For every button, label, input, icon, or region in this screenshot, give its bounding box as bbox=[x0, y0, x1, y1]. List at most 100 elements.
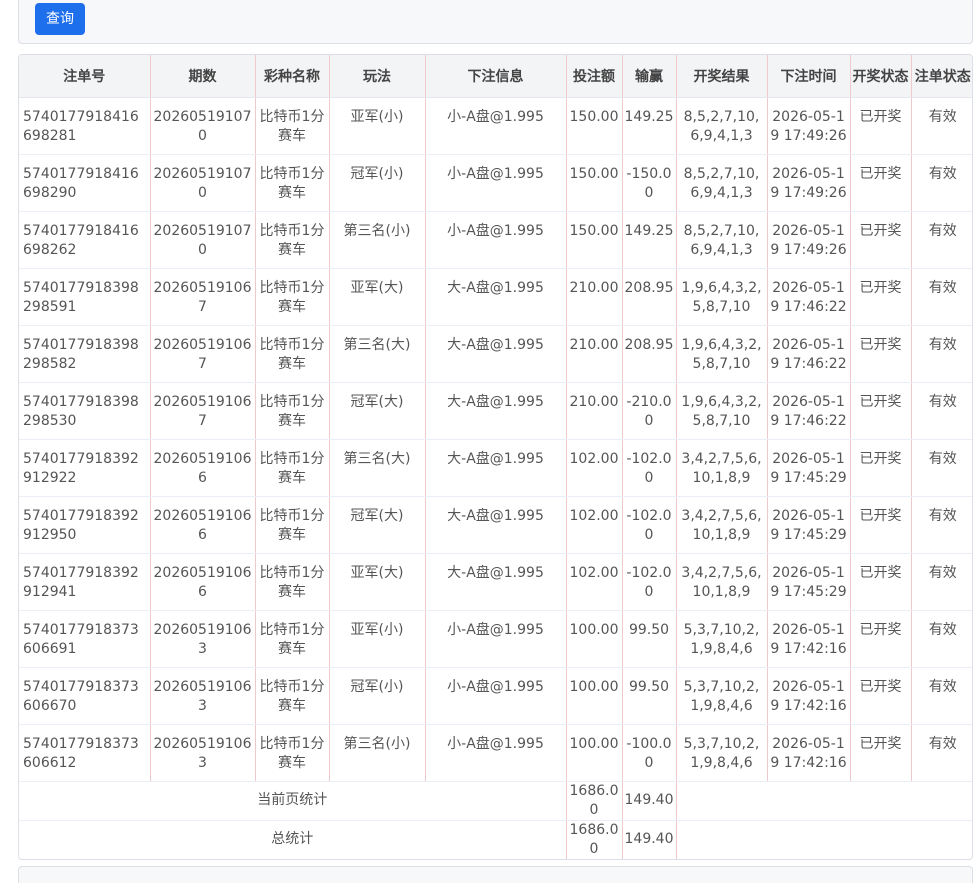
bet-status-cell: 有效 bbox=[911, 382, 972, 440]
draw-result-cell: 3,4,2,7,5,6,10,1,8,9 bbox=[676, 553, 768, 611]
bet-time-cell: 2026-05-19 17:45:29 bbox=[767, 496, 851, 554]
draw-result-cell: 8,5,2,7,10,6,9,4,1,3 bbox=[676, 154, 768, 212]
table-header-row: 注单号 期数 彩种名称 玩法 下注信息 投注额 输赢 开奖结果 下注时间 开奖状… bbox=[19, 55, 972, 98]
win-loss-cell: 208.95 bbox=[622, 268, 677, 326]
period-cell: 202605191063 bbox=[150, 667, 256, 725]
bet-status-cell: 有效 bbox=[911, 325, 972, 383]
bet-id-cell: 5740177918392912950 bbox=[19, 496, 151, 554]
header-win-loss: 输赢 bbox=[622, 55, 677, 98]
bet-amount-cell: 100.00 bbox=[566, 667, 623, 725]
bet-time-cell: 2026-05-19 17:46:22 bbox=[767, 268, 851, 326]
draw-status-cell: 已开奖 bbox=[850, 667, 912, 725]
draw-status-cell: 已开奖 bbox=[850, 154, 912, 212]
bet-info-cell: 大-A盘@1.995 bbox=[425, 325, 567, 383]
play-type-cell: 冠军(小) bbox=[329, 154, 426, 212]
draw-result-cell: 3,4,2,7,5,6,10,1,8,9 bbox=[676, 439, 768, 497]
header-bet-id: 注单号 bbox=[19, 55, 151, 98]
lottery-name-cell: 比特币1分赛车 bbox=[255, 97, 330, 155]
bet-amount-cell: 150.00 bbox=[566, 211, 623, 269]
play-type-cell: 亚军(小) bbox=[329, 610, 426, 668]
lottery-name-cell: 比特币1分赛车 bbox=[255, 610, 330, 668]
win-loss-cell: -102.00 bbox=[622, 553, 677, 611]
bet-id-cell: 5740177918373606612 bbox=[19, 724, 151, 782]
period-cell: 202605191066 bbox=[150, 496, 256, 554]
table-row: 5740177918392912950 202605191066 比特币1分赛车 冠军… bbox=[19, 496, 972, 554]
bet-amount-cell: 150.00 bbox=[566, 154, 623, 212]
play-type-cell: 第三名(大) bbox=[329, 439, 426, 497]
table-row: 5740177918398298582 202605191067 比特币1分赛车 第三… bbox=[19, 325, 972, 383]
lottery-name-cell: 比特币1分赛车 bbox=[255, 211, 330, 269]
bet-amount-cell: 210.00 bbox=[566, 268, 623, 326]
pagination-panel bbox=[18, 866, 973, 883]
period-cell: 202605191066 bbox=[150, 553, 256, 611]
header-bet-amount: 投注额 bbox=[566, 55, 623, 98]
bet-status-cell: 有效 bbox=[911, 439, 972, 497]
draw-result-cell: 8,5,2,7,10,6,9,4,1,3 bbox=[676, 97, 768, 155]
draw-status-cell: 已开奖 bbox=[850, 553, 912, 611]
draw-status-cell: 已开奖 bbox=[850, 325, 912, 383]
bet-info-cell: 大-A盘@1.995 bbox=[425, 553, 567, 611]
header-lottery-name: 彩种名称 bbox=[255, 55, 330, 98]
bet-id-cell: 5740177918373606691 bbox=[19, 610, 151, 668]
win-loss-cell: 149.25 bbox=[622, 97, 677, 155]
grand-total-empty bbox=[676, 820, 972, 859]
win-loss-cell: -102.00 bbox=[622, 439, 677, 497]
bet-amount-cell: 100.00 bbox=[566, 724, 623, 782]
play-type-cell: 亚军(大) bbox=[329, 268, 426, 326]
table-row: 5740177918398298530 202605191067 比特币1分赛车 冠军… bbox=[19, 382, 972, 440]
bet-status-cell: 有效 bbox=[911, 268, 972, 326]
bet-time-cell: 2026-05-19 17:49:26 bbox=[767, 97, 851, 155]
bet-id-cell: 5740177918398298582 bbox=[19, 325, 151, 383]
bet-time-cell: 2026-05-19 17:46:22 bbox=[767, 325, 851, 383]
table-row: 5740177918373606691 202605191063 比特币1分赛车 亚军… bbox=[19, 610, 972, 668]
bet-status-cell: 有效 bbox=[911, 211, 972, 269]
win-loss-cell: 149.25 bbox=[622, 211, 677, 269]
bet-info-cell: 小-A盘@1.995 bbox=[425, 211, 567, 269]
header-draw-status: 开奖状态 bbox=[850, 55, 912, 98]
draw-status-cell: 已开奖 bbox=[850, 724, 912, 782]
table-row: 5740177918373606670 202605191063 比特币1分赛车 冠军… bbox=[19, 667, 972, 725]
query-button[interactable]: 查询 bbox=[35, 3, 85, 35]
lottery-name-cell: 比特币1分赛车 bbox=[255, 268, 330, 326]
table-row: 5740177918416698262 202605191070 比特币1分赛车 第三… bbox=[19, 211, 972, 269]
period-cell: 202605191070 bbox=[150, 97, 256, 155]
bet-time-cell: 2026-05-19 17:45:29 bbox=[767, 553, 851, 611]
draw-status-cell: 已开奖 bbox=[850, 97, 912, 155]
win-loss-cell: 99.50 bbox=[622, 667, 677, 725]
bet-info-cell: 小-A盘@1.995 bbox=[425, 97, 567, 155]
bet-id-cell: 5740177918416698262 bbox=[19, 211, 151, 269]
bet-info-cell: 大-A盘@1.995 bbox=[425, 439, 567, 497]
bet-amount-cell: 102.00 bbox=[566, 439, 623, 497]
page-total-label: 当前页统计 bbox=[19, 781, 567, 821]
bet-info-cell: 小-A盘@1.995 bbox=[425, 667, 567, 725]
bet-time-cell: 2026-05-19 17:45:29 bbox=[767, 439, 851, 497]
grand-total-win-loss: 149.40 bbox=[622, 820, 677, 859]
bet-time-cell: 2026-05-19 17:46:22 bbox=[767, 382, 851, 440]
table-row: 5740177918392912941 202605191066 比特币1分赛车 亚军… bbox=[19, 553, 972, 611]
draw-status-cell: 已开奖 bbox=[850, 439, 912, 497]
page-total-empty bbox=[676, 781, 972, 821]
table-row: 5740177918392912922 202605191066 比特币1分赛车 第三… bbox=[19, 439, 972, 497]
bet-status-cell: 有效 bbox=[911, 496, 972, 554]
bet-status-cell: 有效 bbox=[911, 667, 972, 725]
bet-records-table: 注单号 期数 彩种名称 玩法 下注信息 投注额 输赢 开奖结果 下注时间 开奖状… bbox=[18, 54, 973, 860]
win-loss-cell: 99.50 bbox=[622, 610, 677, 668]
lottery-name-cell: 比特币1分赛车 bbox=[255, 154, 330, 212]
grand-total-row: 总统计 1686.00 149.40 bbox=[19, 820, 972, 859]
header-bet-status: 注单状态 bbox=[911, 55, 972, 98]
bet-amount-cell: 150.00 bbox=[566, 97, 623, 155]
win-loss-cell: -210.00 bbox=[622, 382, 677, 440]
header-period: 期数 bbox=[150, 55, 256, 98]
header-draw-result: 开奖结果 bbox=[676, 55, 768, 98]
draw-status-cell: 已开奖 bbox=[850, 382, 912, 440]
draw-result-cell: 5,3,7,10,2,1,9,8,4,6 bbox=[676, 724, 768, 782]
table-row: 5740177918416698281 202605191070 比特币1分赛车 亚军… bbox=[19, 97, 972, 155]
bet-amount-cell: 210.00 bbox=[566, 325, 623, 383]
page-total-row: 当前页统计 1686.00 149.40 bbox=[19, 781, 972, 821]
period-cell: 202605191067 bbox=[150, 268, 256, 326]
draw-status-cell: 已开奖 bbox=[850, 610, 912, 668]
period-cell: 202605191070 bbox=[150, 211, 256, 269]
period-cell: 202605191067 bbox=[150, 382, 256, 440]
period-cell: 202605191063 bbox=[150, 610, 256, 668]
lottery-name-cell: 比特币1分赛车 bbox=[255, 382, 330, 440]
